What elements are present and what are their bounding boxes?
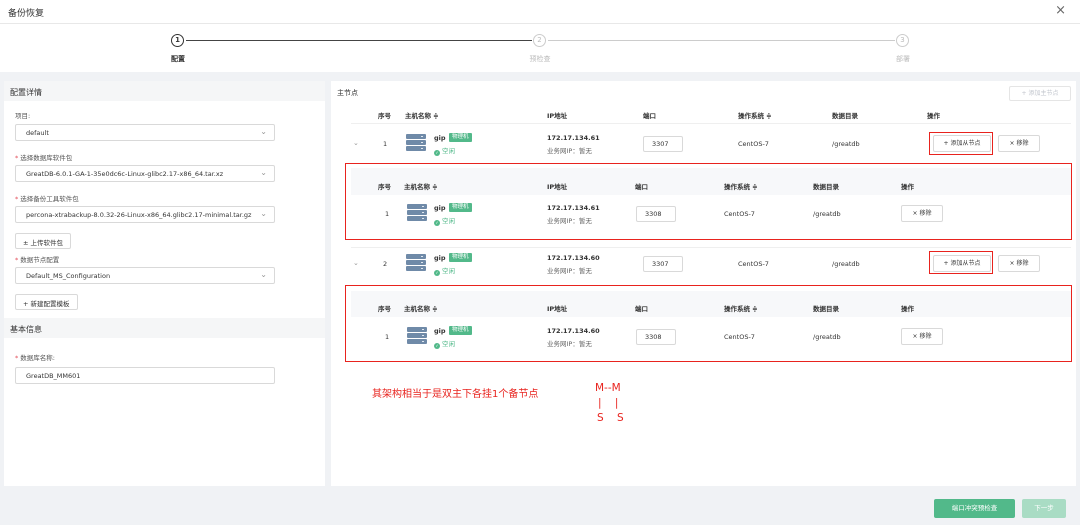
master-1-seq: 1: [383, 140, 388, 148]
step-2-label: 预检查: [529, 55, 551, 63]
master-2-net: 业务网IP：暂无: [547, 267, 592, 275]
master-1-remove-button[interactable]: × 移除: [998, 135, 1040, 152]
master-2-ip: 172.17.134.60: [547, 254, 600, 262]
upload-package-button[interactable]: ± 上传软件包: [15, 233, 72, 249]
master-2-type-tag: 物理机: [449, 253, 472, 262]
step-connector-2: [548, 40, 895, 41]
master-2-host: gip: [434, 254, 446, 262]
step-3-indicator: 3: [896, 34, 909, 47]
db-package-value: GreatDB-6.0.1-GA-1-35e0dc6c-Linux-glibc2…: [26, 170, 224, 178]
master-2-status: ✓ 空闲: [434, 267, 455, 276]
config-section-title: 配置详情: [10, 88, 42, 97]
config-panel: 配置详情 项目: default ⌄ * 选择数据库软件包 GreatDB-6.0…: [4, 81, 325, 486]
header-divider: [351, 123, 1071, 124]
chevron-down-icon[interactable]: ⌄: [353, 259, 359, 267]
chevron-down-icon: ⌄: [260, 209, 267, 218]
server-icon: [406, 134, 426, 152]
col-header-port: 端口: [643, 112, 656, 120]
master-node-panel: 主节点 + 添加主节点 序号 主机名称 ≑ IP地址 端口 操作系统 ≑ 数据目…: [331, 81, 1076, 486]
master-1-status: ✓ 空闲: [434, 147, 455, 156]
close-icon[interactable]: ×: [1055, 3, 1066, 18]
highlight-add-slave-2: [929, 251, 993, 274]
dialog-footer: 端口冲突预检查 下一步: [0, 490, 1080, 525]
config-section-header: 配置详情: [4, 81, 325, 101]
step-3-label: 部署: [896, 55, 910, 63]
db-package-select[interactable]: GreatDB-6.0.1-GA-1-35e0dc6c-Linux-glibc2…: [15, 165, 275, 182]
col-header-host[interactable]: 主机名称 ≑: [405, 110, 439, 120]
diagram-line-masters: M--M: [595, 382, 621, 394]
highlight-slave-table-2: [345, 285, 1072, 362]
architecture-note: 其架构相当于是双主下各挂1个备节点: [372, 389, 539, 400]
master-1-os: CentOS-7: [738, 140, 769, 148]
basic-section-title: 基本信息: [10, 325, 42, 334]
add-master-button[interactable]: + 添加主节点: [1009, 86, 1071, 101]
highlight-slave-table-1: [345, 163, 1072, 240]
diagram-line-slaves: S S: [597, 412, 624, 424]
col-header-datadir: 数据目录: [832, 112, 858, 120]
node-config-select[interactable]: Default_MS_Configuration ⌄: [15, 267, 275, 284]
project-label: 项目:: [15, 112, 31, 120]
master-1-port-input[interactable]: 3307: [643, 136, 683, 152]
highlight-add-slave-1: [929, 132, 993, 155]
chevron-down-icon: ⌄: [260, 127, 267, 136]
master-2-remove-button[interactable]: × 移除: [998, 255, 1040, 272]
master-2-port-input[interactable]: 3307: [643, 256, 683, 272]
backup-package-select[interactable]: percona-xtrabackup-8.0.32-26-Linux-x86_6…: [15, 206, 275, 223]
db-name-value: GreatDB_MM601: [26, 372, 81, 380]
chevron-down-icon: ⌄: [260, 270, 267, 279]
node-config-value: Default_MS_Configuration: [26, 272, 111, 280]
backup-package-value: percona-xtrabackup-8.0.32-26-Linux-x86_6…: [26, 211, 252, 219]
backup-package-label: * 选择备份工具软件包: [15, 195, 79, 203]
col-header-os[interactable]: 操作系统 ≑: [738, 110, 772, 120]
master-1-datadir: /greatdb: [832, 140, 860, 148]
port-conflict-precheck-button[interactable]: 端口冲突预检查: [934, 499, 1015, 518]
db-package-label: * 选择数据库软件包: [15, 154, 73, 162]
node-config-label: * 数据节点配置: [15, 256, 60, 264]
dialog-header: 备份恢复 ×: [0, 0, 1080, 24]
step-1-indicator: 1: [171, 34, 184, 47]
basic-section-header: 基本信息: [4, 318, 325, 338]
step-2-indicator: 2: [533, 34, 546, 47]
col-header-seq: 序号: [378, 112, 391, 120]
dialog-title: 备份恢复: [8, 9, 45, 19]
check-circle-icon: ✓: [434, 270, 440, 276]
server-icon: [406, 254, 426, 272]
master-section-title: 主节点: [337, 89, 358, 97]
master-1-type-tag: 物理机: [449, 133, 472, 142]
project-select-value: default: [26, 129, 49, 137]
new-template-button[interactable]: + 新建配置模板: [15, 294, 78, 310]
master-2-datadir: /greatdb: [832, 260, 860, 268]
project-select[interactable]: default ⌄: [15, 124, 275, 141]
master-1-host: gip: [434, 134, 446, 142]
next-step-button[interactable]: 下一步: [1022, 499, 1066, 518]
master-2-seq: 2: [383, 260, 388, 268]
step-1-label: 配置: [171, 55, 185, 63]
col-header-ip: IP地址: [547, 112, 568, 120]
db-name-label: * 数据库名称:: [15, 354, 55, 362]
chevron-down-icon: ⌄: [260, 168, 267, 177]
diagram-line-links: | |: [598, 397, 619, 409]
master-1-net: 业务网IP：暂无: [547, 147, 592, 155]
chevron-down-icon[interactable]: ⌄: [353, 139, 359, 147]
row-divider: [351, 247, 1071, 248]
stepper: 1 2 3 配置 预检查 部署: [0, 24, 1080, 72]
master-1-ip: 172.17.134.61: [547, 134, 600, 142]
master-2-os: CentOS-7: [738, 260, 769, 268]
check-circle-icon: ✓: [434, 150, 440, 156]
db-name-input[interactable]: GreatDB_MM601: [15, 367, 275, 384]
step-connector-1: [186, 40, 532, 41]
col-header-ops: 操作: [927, 112, 940, 120]
